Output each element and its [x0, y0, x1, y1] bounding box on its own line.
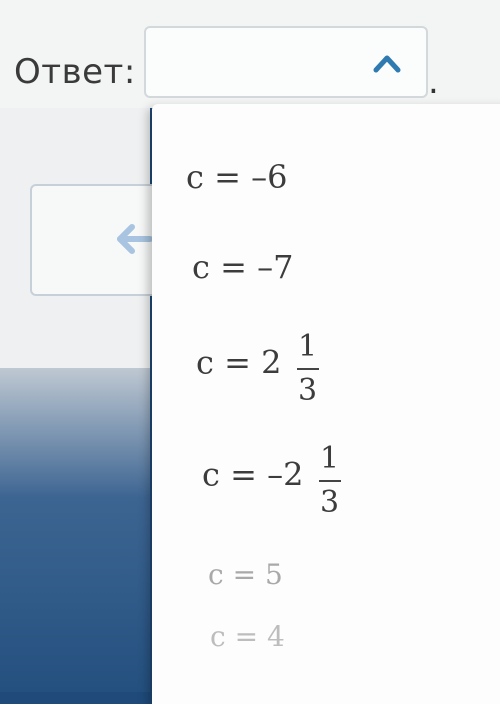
option-label: c = 4: [210, 620, 285, 653]
fraction-numerator: 1: [297, 329, 318, 364]
option-item[interactable]: c = 2 1 3: [196, 330, 319, 408]
fraction-bar: [296, 368, 319, 370]
fraction-numerator: 1: [319, 441, 340, 476]
option-item[interactable]: c = –6: [186, 158, 287, 196]
option-label: c = –2: [202, 455, 304, 494]
chevron-up-icon[interactable]: [372, 52, 402, 74]
option-label: c = –6: [186, 158, 288, 196]
arrow-left-icon: [117, 224, 153, 254]
fraction-denominator: 3: [319, 485, 340, 520]
fraction-denominator: 3: [297, 373, 318, 408]
option-label: c = –7: [192, 248, 294, 286]
answer-label: Ответ:: [14, 52, 136, 92]
answer-dropdown-list: c = –6 c = –7 c = 2 1 3 c = –2 1 3 c = 5…: [152, 104, 500, 704]
fraction-bar: [318, 480, 341, 482]
option-label: c = 2: [196, 343, 282, 382]
page-background: [0, 368, 150, 692]
back-button[interactable]: [30, 184, 170, 296]
answer-select[interactable]: [144, 26, 428, 98]
option-label: c = 5: [208, 558, 283, 591]
fraction: 1 3: [296, 329, 319, 408]
option-item[interactable]: c = –2 1 3: [202, 442, 341, 520]
option-item[interactable]: c = 4: [210, 620, 285, 653]
option-item[interactable]: c = 5: [208, 558, 283, 591]
option-item[interactable]: c = –7: [192, 248, 293, 286]
fraction: 1 3: [318, 441, 341, 520]
answer-trailing-dot: .: [428, 62, 439, 102]
